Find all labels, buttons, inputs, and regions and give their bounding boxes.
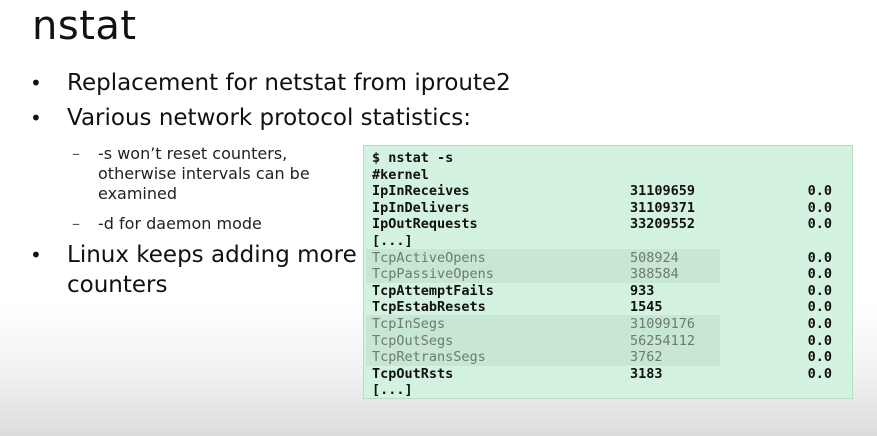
bullet-dot-icon: • [30,243,42,267]
counter-value: 31099176 [630,316,696,332]
counter-rate: 0.0 [807,282,832,299]
dash-icon: – [72,144,80,163]
bullet-text: Replacement for netstat from iproute2 [67,70,511,96]
counter-value: 33209552 [630,216,696,233]
bullet-text: Various network protocol statistics: [67,105,471,131]
counter-rate: 0.0 [807,299,832,316]
terminal-output: $ nstat -s #kernel IpInReceives 31109659 0… [363,145,853,399]
counter-rate: 0.0 [807,249,832,266]
counter-value: 31109371 [630,199,696,216]
terminal-row: TcpInSegs 31099176 0.0 [364,316,852,333]
terminal-row: TcpActiveOpens 508924 0.0 [364,250,852,267]
terminal-row: TcpPassiveOpens 388584 0.0 [364,266,852,283]
counter-name: TcpAttemptFails [372,282,494,299]
counter-value: 933 [630,282,655,299]
counter-name: [...] [372,233,413,249]
counter-name: TcpEstabResets [372,299,486,316]
counter-name: TcpRetransSegs [372,349,486,366]
terminal-command-line: $ nstat -s [364,150,852,167]
counter-value: 3183 [630,365,663,382]
bullet-dot-icon: • [30,106,42,130]
counter-rate: 0.0 [807,199,832,216]
terminal-row: TcpAttemptFails 933 0.0 [364,283,852,300]
bullet-dot-icon: • [30,71,42,95]
counter-value: 508924 [630,249,679,266]
counter-name: IpInReceives [372,183,470,200]
terminal-row: TcpEstabResets 1545 0.0 [364,299,852,316]
terminal-row: TcpRetransSegs 3762 0.0 [364,349,852,366]
terminal-row: IpInDelivers 31109371 0.0 [364,200,852,217]
terminal-command: $ nstat -s [372,150,454,166]
counter-value: 31109659 [630,183,696,200]
counter-name: TcpActiveOpens [372,249,486,266]
counter-name: TcpOutSegs [372,332,454,349]
counter-value: 1545 [630,299,663,316]
counter-value: 56254112 [630,332,696,349]
counter-rate: 0.0 [807,349,832,366]
terminal-header: #kernel [372,166,429,183]
terminal-row: IpOutRequests 33209552 0.0 [364,216,852,233]
counter-value: 388584 [630,266,679,283]
counter-rate: 0.0 [807,183,832,200]
counter-name: TcpOutRsts [372,365,454,382]
sub-bullet-text: -d for daemon mode [98,214,262,233]
counter-name: TcpPassiveOpens [372,266,494,283]
counter-name: TcpInSegs [372,316,446,332]
terminal-row: IpInReceives 31109659 0.0 [364,183,852,200]
counter-name: [...] [372,382,413,399]
counter-rate: 0.0 [807,216,832,233]
terminal-row: TcpOutSegs 56254112 0.0 [364,333,852,350]
counter-rate: 0.0 [807,365,832,382]
terminal-row: TcpOutRsts 3183 0.0 [364,366,852,383]
dash-icon: – [72,214,80,233]
terminal-header-line: #kernel [364,167,852,184]
bullet-text: Linux keeps adding more counters [67,242,357,298]
terminal-row: [...] [364,382,852,399]
counter-name: IpOutRequests [372,216,478,233]
counter-rate: 0.0 [807,316,832,332]
sub-bullet-text: -s won’t reset counters, otherwise inter… [98,144,310,203]
counter-name: IpInDelivers [372,199,470,216]
counter-value: 3762 [630,349,663,366]
counter-rate: 0.0 [807,266,832,283]
counter-rate: 0.0 [807,332,832,349]
terminal-row: [...] [364,233,852,250]
slide-title: nstat [32,3,137,49]
